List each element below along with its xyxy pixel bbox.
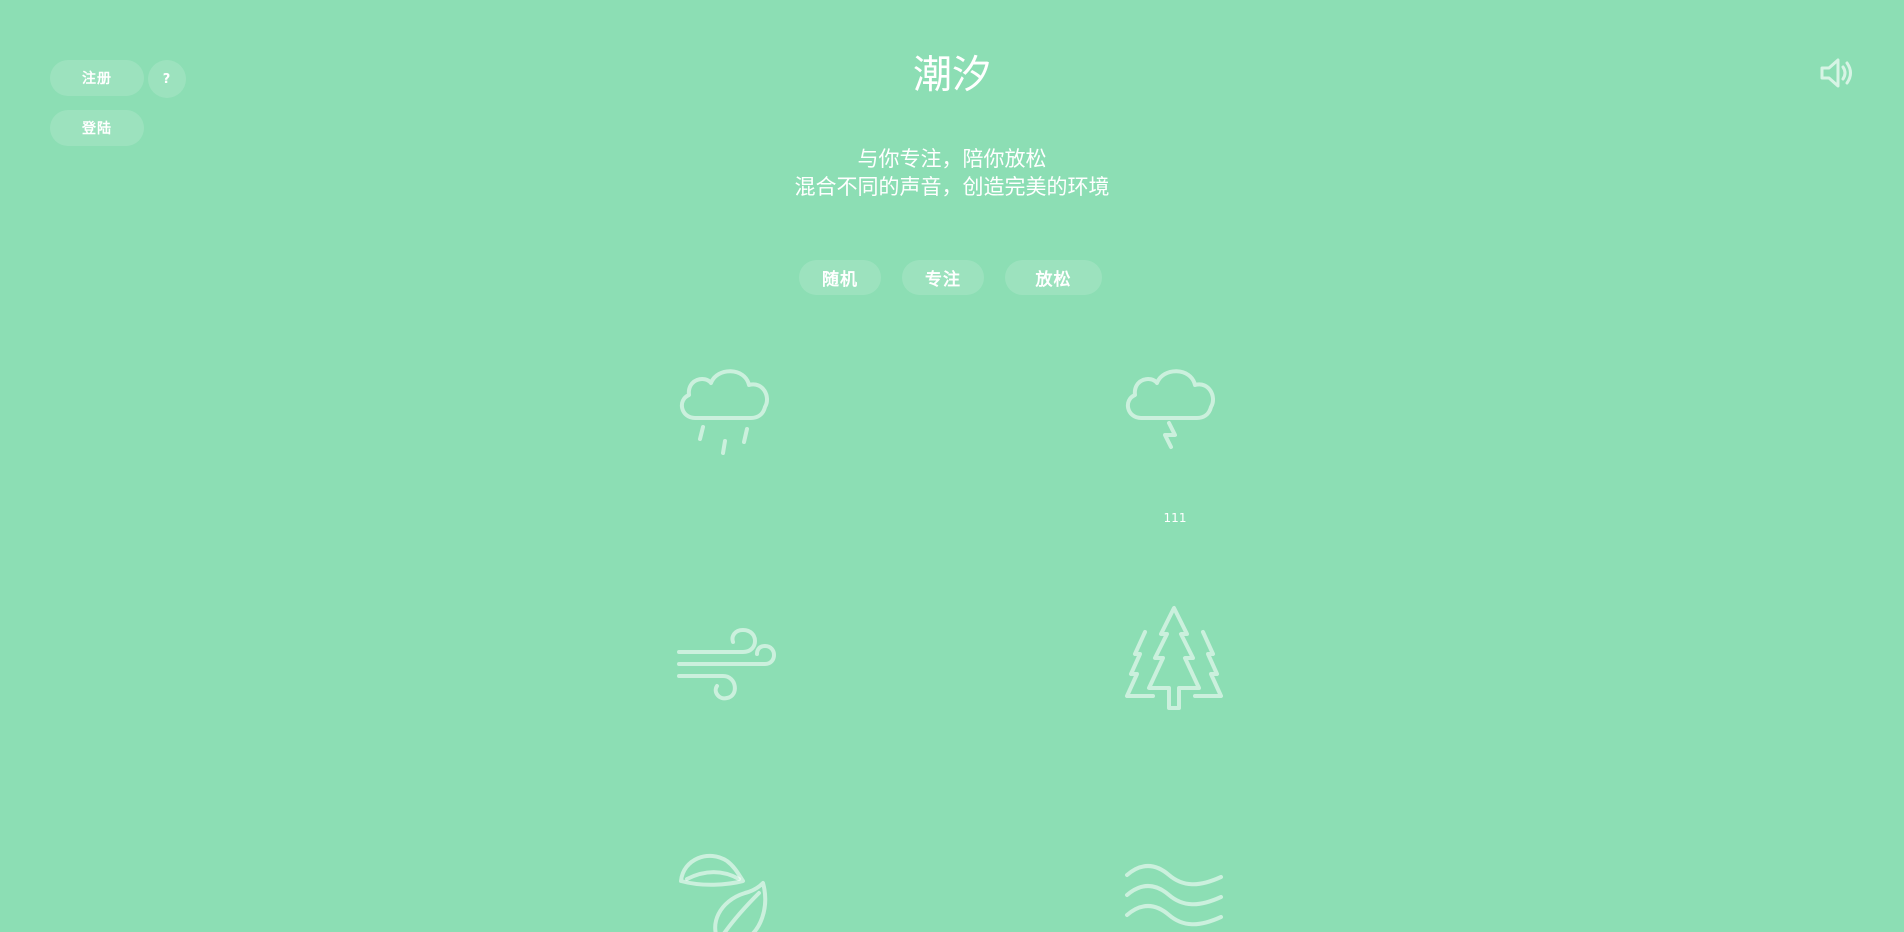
login-button[interactable]: 登陆 (50, 110, 144, 146)
subtitle-line-2: 混合不同的声音，创造完美的环境 (794, 175, 1110, 199)
mode-random-button[interactable]: 随机 (799, 260, 881, 295)
subtitle-line-1: 与你专注，陪你放松 (857, 147, 1047, 171)
thunder-volume-label: 111 (1163, 511, 1187, 525)
forest-icon[interactable] (1119, 604, 1229, 714)
page: 注册 ? 登陆 潮汐 与你专注，陪你放松 混合不同的声音，创造完美的环境 随机 … (0, 0, 1904, 932)
waves-icon[interactable] (1119, 845, 1229, 932)
leaves-icon[interactable] (673, 845, 783, 932)
page-title: 潮汐 (912, 53, 991, 98)
rain-cloud-icon[interactable] (673, 355, 783, 465)
mode-relax-button[interactable]: 放松 (1005, 260, 1102, 295)
mode-focus-button[interactable]: 专注 (902, 260, 984, 295)
speaker-volume-icon[interactable] (1818, 53, 1858, 93)
wind-icon[interactable] (673, 604, 783, 714)
thunder-cloud-icon[interactable] (1119, 355, 1229, 465)
